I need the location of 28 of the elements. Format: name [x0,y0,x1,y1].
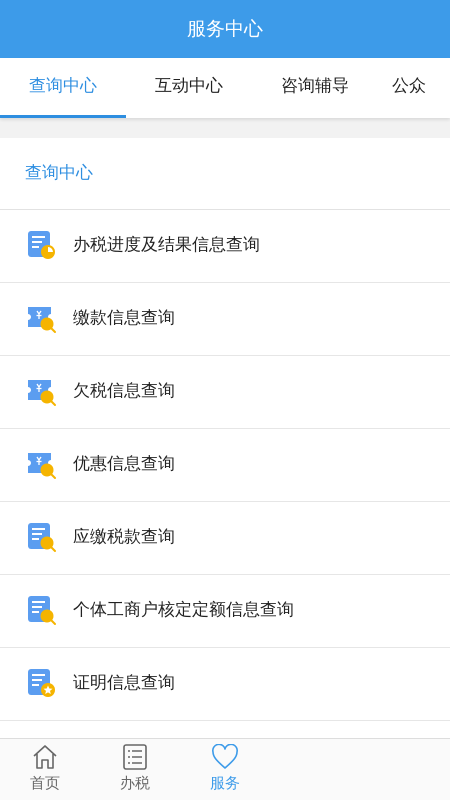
document-icon [26,230,58,262]
query-list-item[interactable]: 办税进度及结果信息查询 [0,210,450,283]
tab[interactable]: 咨询辅导 [252,58,378,118]
item-label: 欠税信息查询 [73,380,175,404]
item-label: 应缴税款查询 [73,526,175,550]
tab[interactable]: 公众 [378,58,428,118]
document-star-icon [26,668,58,700]
item-label: 个体工商户核定定额信息查询 [73,599,294,622]
nav-tab[interactable]: 首页 [0,739,90,800]
item-label: 办税进度及结果信息查询 [73,234,260,258]
query-list-item[interactable]: 欠税信息查询 [0,356,450,429]
heart-icon [211,744,239,770]
query-list-item[interactable]: 证明信息查询 [0,648,450,721]
query-list-item[interactable]: 个体工商户核定定额信息查询 [0,575,450,648]
nav-tab[interactable]: 办税 [90,739,180,800]
document-search-icon [26,595,58,627]
query-list-item[interactable]: 优惠信息查询 [0,429,450,502]
list-icon [121,744,149,770]
item-label: 优惠信息查询 [73,453,175,476]
item-label: 证明信息查询 [73,672,175,696]
header-title: 服务中心 [187,16,263,42]
item-label: 缴款信息查询 [73,307,175,330]
query-list-item[interactable]: 缴款信息查询 [0,283,450,356]
tab[interactable]: 互动中心 [126,58,252,118]
document-search-icon [26,522,58,554]
query-list-item[interactable]: 应缴税款查询 [0,502,450,575]
section-title: 查询中心 [25,162,93,185]
home-icon [31,744,59,770]
